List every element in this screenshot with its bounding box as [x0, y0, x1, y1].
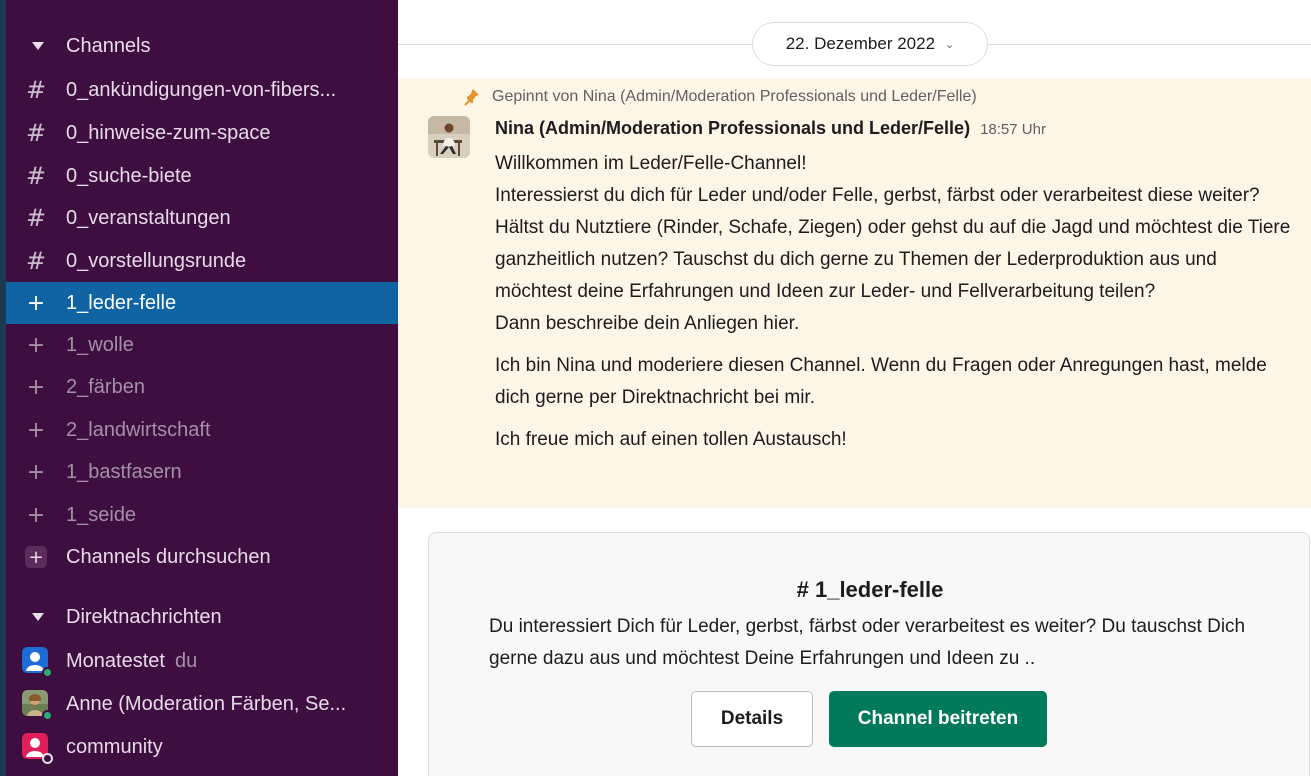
plus-icon: +: [26, 502, 46, 528]
channel-title: # 1_leder-felle: [796, 577, 944, 602]
sidebar-channel-vorstellungsrunde[interactable]: # 0_vorstellungsrunde: [6, 241, 398, 281]
channel-label: 0_veranstaltungen: [66, 206, 231, 229]
browse-channels-label: Channels durchsuchen: [66, 545, 271, 568]
channel-label: 1_bastfasern: [66, 460, 182, 483]
sidebar-channel-ankuendigungen[interactable]: # 0_ankündigungen-von-fibers...: [6, 70, 398, 110]
channel-preview-card: # 1_leder-felle Du interessiert Dich für…: [428, 532, 1310, 776]
online-status-icon: [42, 710, 53, 721]
author-avatar[interactable]: [428, 116, 470, 158]
message-line: Interessierst du dich für Leder und/oder…: [495, 185, 1291, 302]
dm-label: community: [66, 735, 163, 758]
channel-label: 2_färben: [66, 375, 145, 398]
pinned-message[interactable]: Gepinnt von Nina (Admin/Moderation Profe…: [398, 78, 1311, 508]
date-label: 22. Dezember 2022: [785, 34, 936, 53]
hash-icon: #: [25, 204, 47, 232]
message-header: Nina (Admin/Moderation Professionals und…: [495, 118, 1046, 139]
sidebar-dm-anne[interactable]: Anne (Moderation Färben, Se...: [6, 684, 398, 724]
message-line: Dann beschreibe dein Anliegen hier.: [495, 313, 800, 334]
plus-icon: +: [26, 374, 46, 400]
caret-down-icon: [32, 613, 44, 621]
slack-app: Channels # 0_ankündigungen-von-fibers...…: [0, 0, 1311, 776]
sidebar-channel-landwirtschaft[interactable]: + 2_landwirtschaft: [6, 410, 398, 450]
dm-header: Direktnachrichten: [66, 605, 222, 628]
message-line: Willkommen im Leder/Felle-Channel!: [495, 153, 807, 174]
date-jump-button[interactable]: 22. Dezember 2022 ⌄: [752, 22, 988, 66]
plus-icon: +: [26, 332, 46, 358]
hash-icon: #: [25, 76, 47, 104]
dm-section-toggle[interactable]: Direktnachrichten: [6, 597, 398, 637]
pin-icon: [464, 89, 479, 106]
channel-label: 0_suche-biete: [66, 164, 192, 187]
message-author[interactable]: Nina (Admin/Moderation Professionals und…: [495, 118, 970, 139]
sidebar: Channels # 0_ankündigungen-von-fibers...…: [6, 0, 398, 776]
sidebar-dm-monatestet[interactable]: Monatestet du: [6, 641, 398, 681]
hash-icon: #: [25, 162, 47, 190]
message-timestamp[interactable]: 18:57 Uhr: [980, 121, 1046, 138]
details-button[interactable]: Details: [691, 691, 813, 747]
online-status-icon: [42, 667, 53, 678]
sidebar-channel-veranstaltungen[interactable]: # 0_veranstaltungen: [6, 198, 398, 238]
add-icon: +: [25, 546, 47, 568]
channel-label: 1_seide: [66, 503, 137, 526]
channel-label: 0_ankündigungen-von-fibers...: [66, 78, 337, 101]
sidebar-channel-suche-biete[interactable]: # 0_suche-biete: [6, 156, 398, 196]
plus-icon: +: [26, 459, 46, 485]
pinned-indicator: Gepinnt von Nina (Admin/Moderation Profe…: [464, 88, 977, 106]
channel-label: 1_leder-felle: [66, 291, 177, 314]
pinned-by-text: Gepinnt von Nina (Admin/Moderation Profe…: [492, 88, 977, 105]
channel-description: Du interessiert Dich für Leder, gerbst, …: [489, 616, 1246, 669]
message-line: Ich bin Nina und moderiere diesen Channe…: [495, 355, 1267, 408]
channels-header: Channels: [66, 34, 151, 57]
avatar: [22, 733, 53, 764]
message-body: Willkommen im Leder/Felle-Channel! Inter…: [495, 148, 1295, 456]
channel-label: 2_landwirtschaft: [66, 418, 211, 441]
away-status-icon: [42, 753, 53, 764]
plus-icon: +: [26, 417, 46, 443]
sidebar-channel-hinweise[interactable]: # 0_hinweise-zum-space: [6, 113, 398, 153]
avatar: [22, 647, 53, 678]
dm-label: Monatestet: [66, 649, 165, 672]
message-line: Ich freue mich auf einen tollen Austausc…: [495, 429, 847, 450]
hash-icon: #: [25, 119, 47, 147]
message-pane: 22. Dezember 2022 ⌄ Gepinnt von Nina (Ad…: [398, 0, 1311, 776]
channel-label: 1_wolle: [66, 333, 134, 356]
plus-icon: +: [26, 290, 46, 316]
channel-label: 0_hinweise-zum-space: [66, 121, 271, 144]
join-channel-button[interactable]: Channel beitreten: [829, 691, 1047, 747]
sidebar-channel-bastfasern[interactable]: + 1_bastfasern: [6, 452, 398, 492]
sidebar-channel-wolle[interactable]: + 1_wolle: [6, 325, 398, 365]
chevron-down-icon: ⌄: [945, 38, 955, 51]
sidebar-channel-faerben[interactable]: + 2_färben: [6, 367, 398, 407]
browse-channels-button[interactable]: + Channels durchsuchen: [6, 537, 398, 577]
avatar: [22, 690, 53, 721]
channel-label: 0_vorstellungsrunde: [66, 249, 247, 272]
channels-section-toggle[interactable]: Channels: [6, 26, 398, 66]
sidebar-channel-leder-felle[interactable]: + 1_leder-felle: [6, 282, 398, 324]
dm-label: Anne (Moderation Färben, Se...: [66, 692, 347, 715]
sidebar-channel-seide[interactable]: + 1_seide: [6, 495, 398, 535]
caret-down-icon: [32, 42, 44, 50]
hash-icon: #: [25, 247, 47, 275]
self-marker: du: [174, 649, 198, 672]
sidebar-dm-community[interactable]: community: [6, 727, 398, 767]
